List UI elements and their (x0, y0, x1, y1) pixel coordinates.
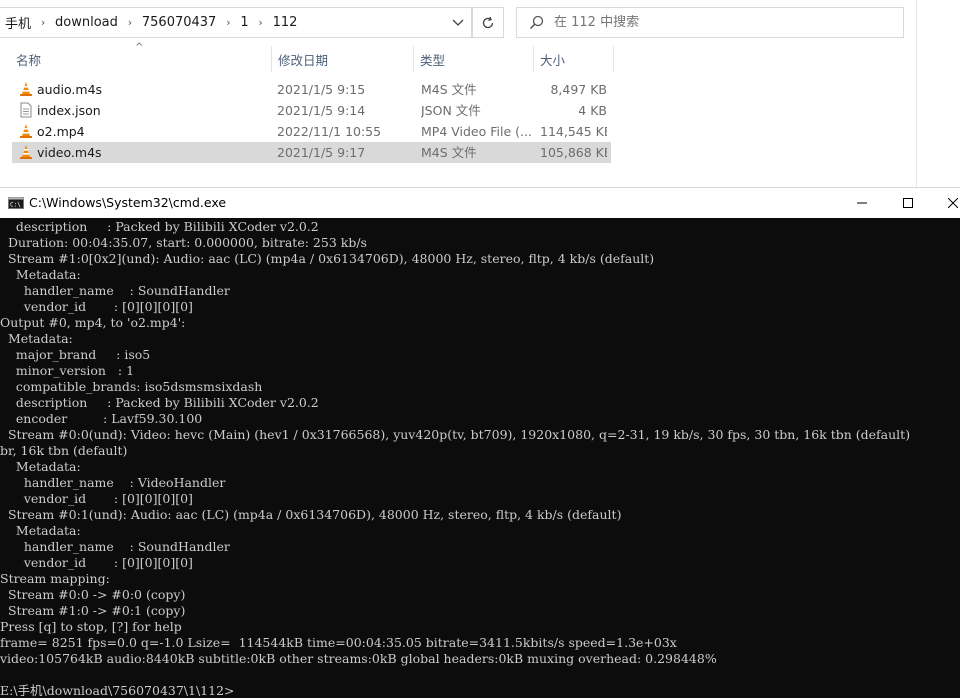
file-type: MP4 Video File (... (421, 124, 532, 139)
breadcrumb-chevron-icon[interactable]: › (221, 16, 235, 29)
column-header-date[interactable]: 修改日期 (272, 46, 414, 72)
console-line: description : Packed by Bilibili XCoder … (0, 219, 319, 234)
file-size: 4 KB (578, 103, 607, 118)
console-line: compatible_brands: iso5dsmsmsixdash (0, 379, 263, 394)
breadcrumb-item[interactable]: download (50, 15, 123, 30)
search-input[interactable] (554, 15, 854, 30)
close-icon (948, 198, 958, 208)
console-line: Stream #1:0[0x2](und): Audio: aac (LC) (… (0, 251, 655, 266)
console-line: Metadata: (0, 523, 81, 538)
desktop-area (917, 0, 960, 187)
console-line: Stream #1:0 -> #0:1 (copy) (0, 603, 186, 618)
search-box[interactable] (516, 7, 904, 38)
file-size: 8,497 KB (550, 82, 607, 97)
file-type: JSON 文件 (421, 103, 481, 118)
column-header-size[interactable]: 大小 (534, 46, 614, 72)
file-name: video.m4s (37, 145, 102, 160)
breadcrumb-chevron-icon[interactable]: › (123, 16, 137, 29)
file-date: 2022/11/1 10:55 (277, 124, 382, 139)
file-row[interactable]: audio.m4s 2021/1/5 9:15 M4S 文件 8,497 KB (12, 79, 611, 100)
breadcrumb-item[interactable]: 手机 (0, 13, 36, 32)
chevron-down-icon[interactable] (451, 15, 465, 29)
maximize-icon (903, 198, 913, 208)
console-line: video:105764kB audio:8440kB subtitle:0kB… (0, 651, 717, 666)
file-row-selected[interactable]: video.m4s 2021/1/5 9:17 M4S 文件 105,868 K… (12, 142, 611, 163)
search-icon (529, 15, 544, 30)
address-bar[interactable]: 手机 › download › 756070437 › 1 › 112 (0, 7, 472, 38)
console-line: major_brand : iso5 (0, 347, 151, 362)
file-size: 114,545 KB (540, 124, 607, 139)
console-line: Metadata: (0, 331, 73, 346)
breadcrumb-item[interactable]: 1 (235, 15, 253, 30)
file-name: o2.mp4 (37, 124, 85, 139)
console-line: Stream #0:0(und): Video: hevc (Main) (he… (0, 427, 911, 442)
console-line: vendor_id : [0][0][0][0] (0, 491, 193, 506)
console-line: Stream #0:1(und): Audio: aac (LC) (mp4a … (0, 507, 622, 522)
svg-text:C:\: C:\ (10, 202, 21, 209)
minimize-icon (857, 202, 867, 204)
text-file-icon (20, 102, 32, 118)
column-header-type[interactable]: 类型 (414, 46, 534, 72)
console-line: encoder : Lavf59.30.100 (0, 411, 203, 426)
console-line: Duration: 00:04:35.07, start: 0.000000, … (0, 235, 367, 250)
file-type: M4S 文件 (421, 82, 477, 97)
file-explorer-window: 手机 › download › 756070437 › 1 › 112 ^ 名称… (0, 0, 917, 187)
console-line: Metadata: (0, 459, 81, 474)
close-button[interactable] (931, 188, 960, 218)
breadcrumb-item[interactable]: 756070437 (137, 15, 221, 30)
console-line: handler_name : SoundHandler (0, 539, 230, 554)
file-date: 2021/1/5 9:14 (277, 103, 366, 118)
file-type: M4S 文件 (421, 145, 477, 160)
column-header-name[interactable]: 名称 (10, 46, 272, 72)
command-prompt[interactable]: E:\手机\download\756070437\1\112> (0, 683, 235, 698)
console-line: Metadata: (0, 267, 81, 282)
console-line: Press [q] to stop, [?] for help (0, 619, 182, 634)
console-line: Output #0, mp4, to 'o2.mp4': (0, 315, 186, 330)
console-line: frame= 8251 fps=0.0 q=-1.0 Lsize= 114544… (0, 635, 677, 650)
file-row[interactable]: index.json 2021/1/5 9:14 JSON 文件 4 KB (12, 100, 611, 121)
file-row[interactable]: o2.mp4 2022/11/1 10:55 MP4 Video File (.… (12, 121, 611, 142)
cmd-window: C:\ C:\Windows\System32\cmd.exe descript… (0, 187, 960, 698)
console-line: br, 16k tbn (default) (0, 443, 128, 458)
file-name: index.json (37, 103, 101, 118)
console-line: vendor_id : [0][0][0][0] (0, 299, 193, 314)
breadcrumb-item[interactable]: 112 (268, 15, 303, 30)
console-line: handler_name : VideoHandler (0, 475, 226, 490)
file-date: 2021/1/5 9:17 (277, 145, 366, 160)
console-line: Stream #0:0 -> #0:0 (copy) (0, 587, 186, 602)
cmd-app-icon: C:\ (8, 197, 24, 209)
minimize-button[interactable] (839, 188, 885, 218)
maximize-button[interactable] (885, 188, 931, 218)
console-output[interactable]: description : Packed by Bilibili XCoder … (0, 218, 960, 698)
refresh-button[interactable] (472, 7, 504, 38)
console-line: description : Packed by Bilibili XCoder … (0, 395, 319, 410)
file-size: 105,868 KB (540, 145, 607, 160)
file-name: audio.m4s (37, 82, 103, 97)
console-line: handler_name : SoundHandler (0, 283, 230, 298)
file-date: 2021/1/5 9:15 (277, 82, 366, 97)
cmd-title: C:\Windows\System32\cmd.exe (29, 195, 227, 210)
cmd-titlebar[interactable]: C:\ C:\Windows\System32\cmd.exe (0, 187, 960, 218)
console-line: Stream mapping: (0, 571, 110, 586)
console-line: minor_version : 1 (0, 363, 135, 378)
breadcrumb-chevron-icon[interactable]: › (254, 16, 268, 29)
breadcrumb-chevron-icon[interactable]: › (36, 16, 50, 29)
console-line: vendor_id : [0][0][0][0] (0, 555, 193, 570)
vlc-cone-icon (20, 82, 32, 96)
refresh-icon (482, 16, 494, 28)
vlc-cone-icon (20, 145, 32, 159)
vlc-cone-icon (20, 124, 32, 138)
